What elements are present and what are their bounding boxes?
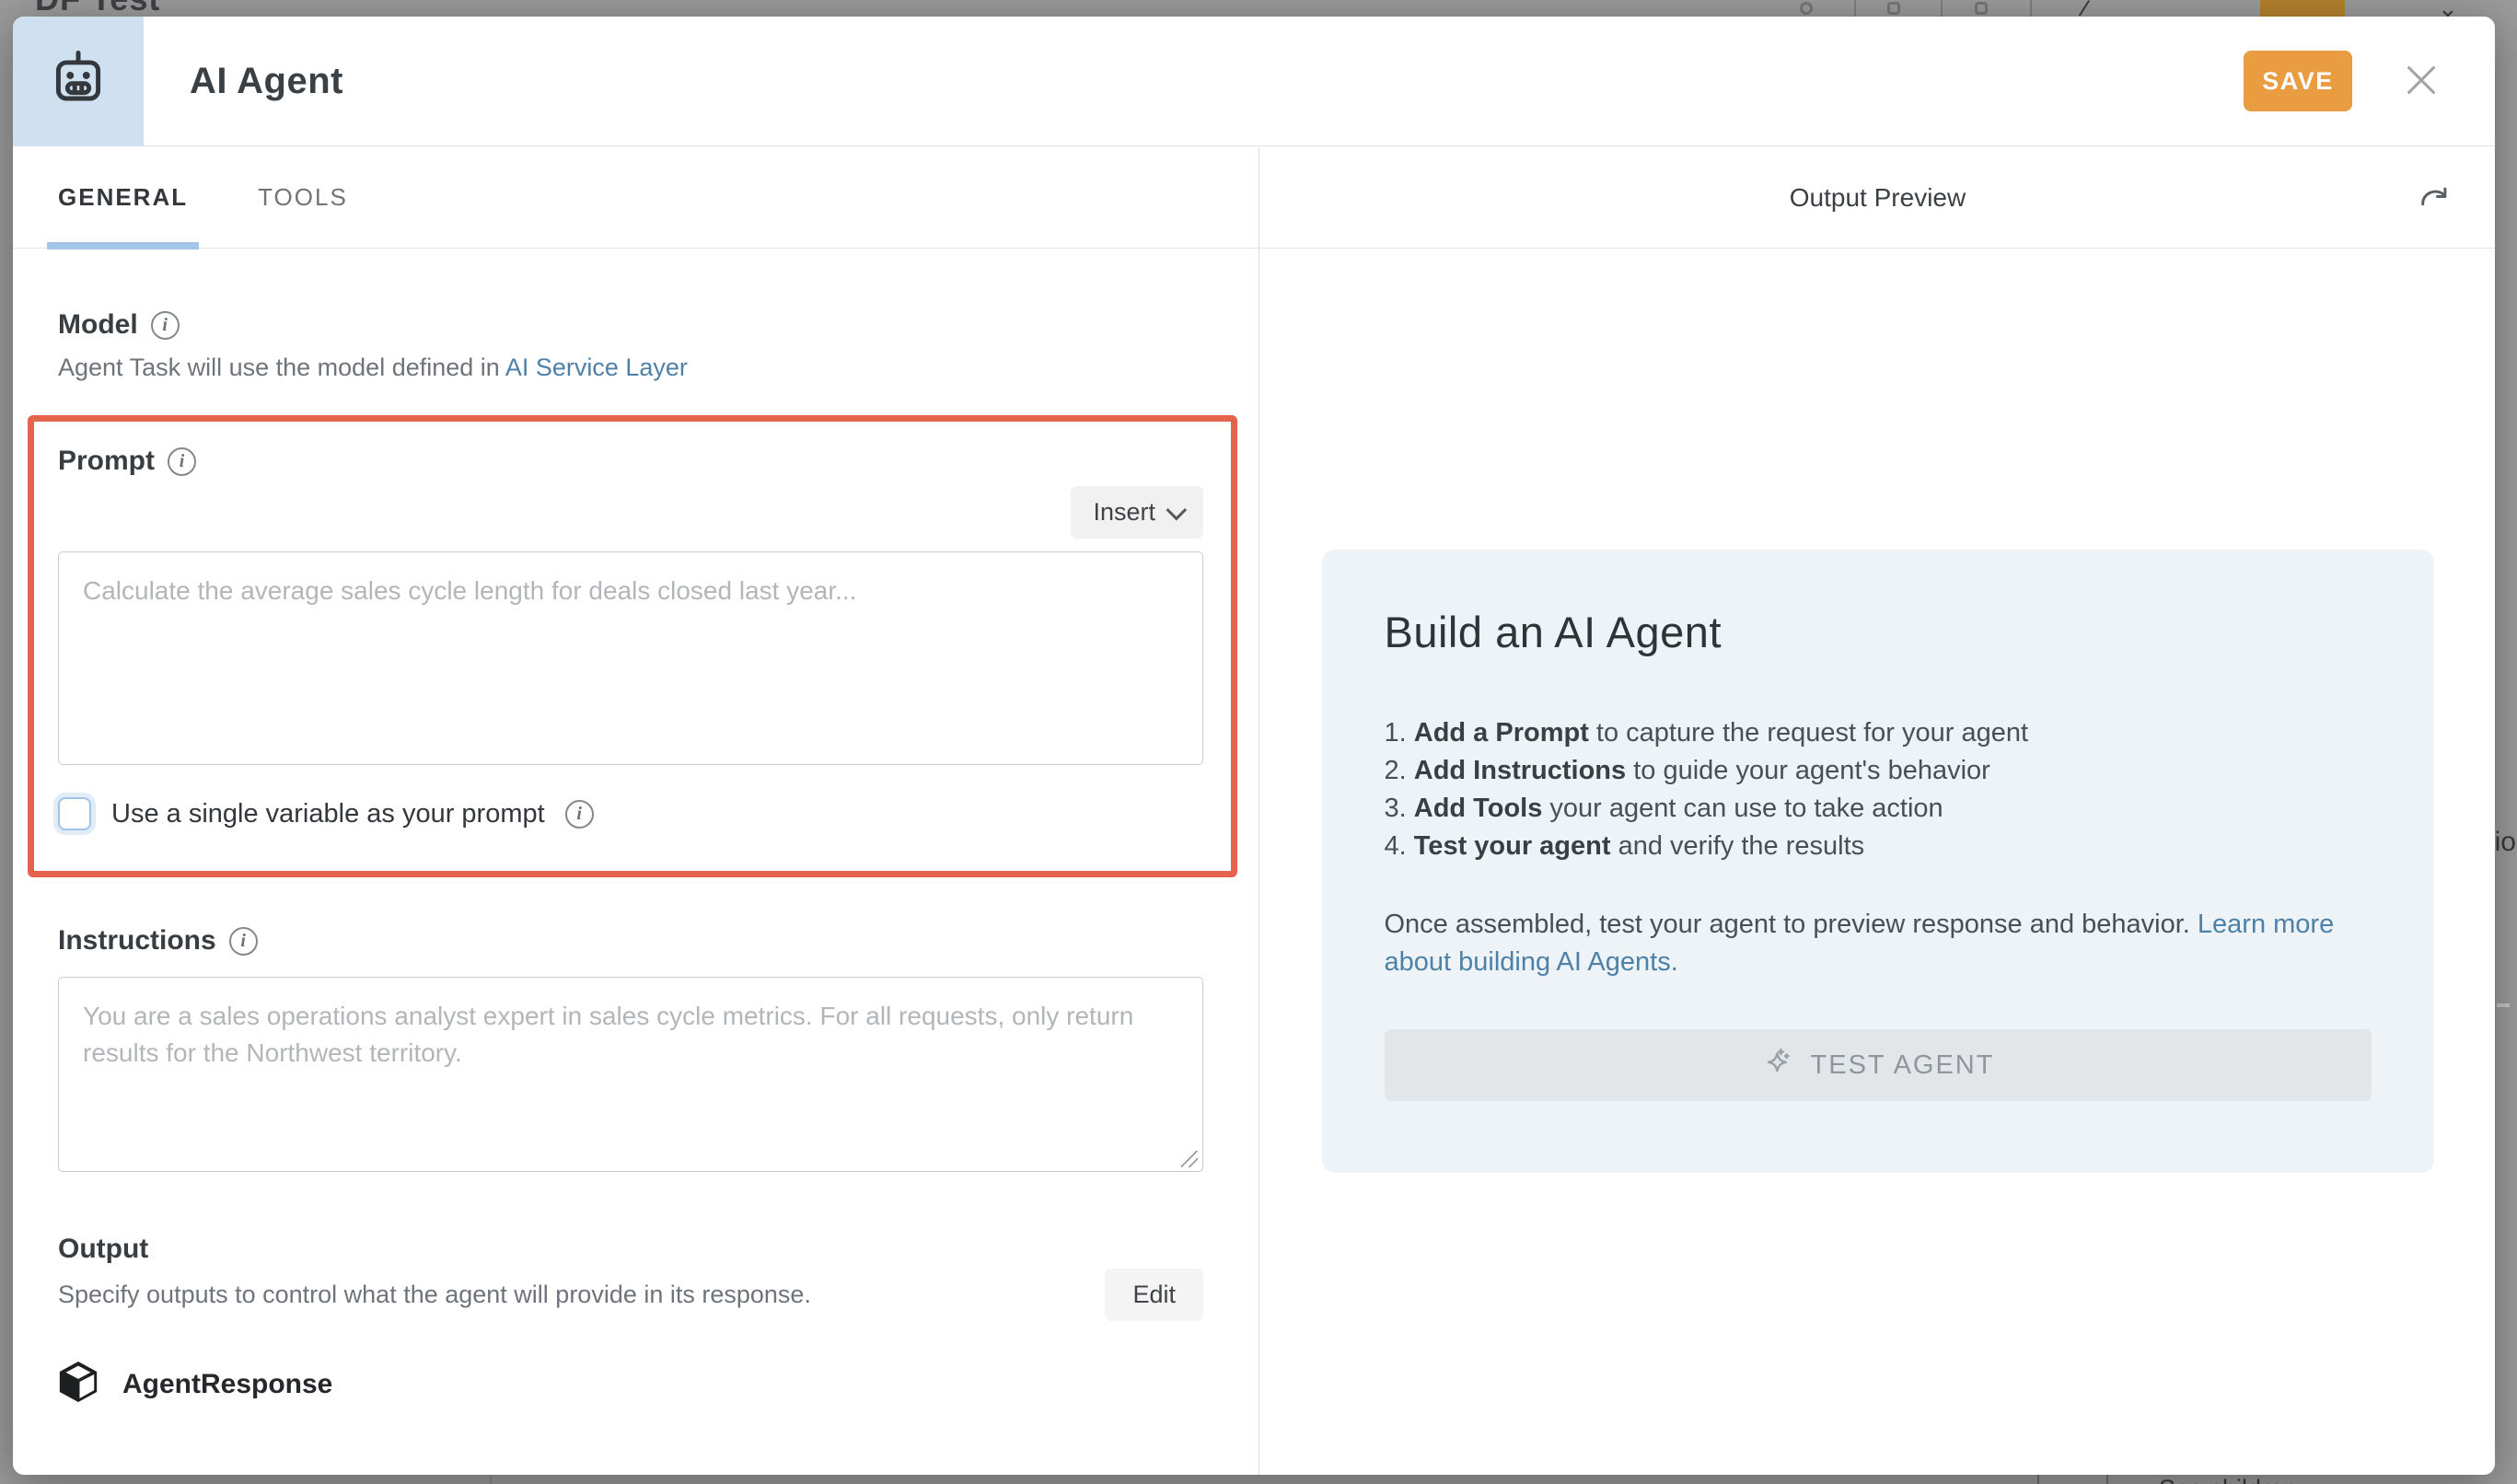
step-item: 1. Add a Prompt to capture the request f… bbox=[1385, 714, 2372, 752]
background-pencil-icon: ∕ bbox=[2082, 0, 2086, 17]
output-section-heading: Output bbox=[58, 1234, 1203, 1265]
prompt-label: Prompt bbox=[58, 446, 155, 477]
settings-panel: GENERAL TOOLS Model i Agent Task will us… bbox=[13, 147, 1259, 1475]
background-page-title: DF Test bbox=[35, 0, 160, 17]
sparkle-icon bbox=[1761, 1044, 1796, 1086]
tab-tools-label: TOOLS bbox=[258, 183, 348, 212]
ai-service-layer-link[interactable]: AI Service Layer bbox=[505, 354, 688, 381]
tab-general-label: GENERAL bbox=[58, 183, 188, 212]
prompt-info-icon[interactable]: i bbox=[168, 447, 196, 476]
robot-icon-box bbox=[13, 17, 144, 146]
tab-general[interactable]: GENERAL bbox=[47, 147, 199, 249]
test-agent-button[interactable]: TEST AGENT bbox=[1385, 1029, 2372, 1101]
ai-agent-dialog: AI Agent SAVE GENERAL TOOLS bbox=[13, 17, 2495, 1475]
output-preview-panel: Output Preview Build an AI Agent 1. Add … bbox=[1260, 147, 2495, 1475]
agent-response-name: AgentResponse bbox=[122, 1369, 332, 1400]
cube-icon bbox=[58, 1360, 99, 1409]
output-preview-header: Output Preview bbox=[1260, 147, 2495, 249]
build-agent-card: Build an AI Agent 1. Add a Prompt to cap… bbox=[1322, 550, 2434, 1173]
background-icon-fragment bbox=[1800, 2, 1813, 15]
background-separator bbox=[1854, 0, 1856, 17]
background-partial-text: io bbox=[2495, 827, 2516, 858]
step-item: 2. Add Instructions to guide your agent'… bbox=[1385, 752, 2372, 790]
agent-response-row: AgentResponse bbox=[58, 1360, 1203, 1409]
prompt-section-heading: Prompt i bbox=[58, 446, 1203, 477]
instructions-section-heading: Instructions i bbox=[58, 925, 1203, 956]
general-tab-content: Model i Agent Task will use the model de… bbox=[13, 249, 1258, 1409]
background-dash bbox=[2497, 1003, 2510, 1007]
edit-output-button[interactable]: Edit bbox=[1105, 1269, 1203, 1321]
test-agent-label: TEST AGENT bbox=[1811, 1050, 1995, 1081]
build-agent-steps: 1. Add a Prompt to capture the request f… bbox=[1385, 714, 2372, 865]
robot-icon bbox=[46, 47, 110, 116]
tab-bar: GENERAL TOOLS bbox=[13, 147, 1258, 249]
model-description-text: Agent Task will use the model defined in bbox=[58, 354, 505, 381]
step-rest: to capture the request for your agent bbox=[1589, 718, 2028, 748]
build-agent-title: Build an AI Agent bbox=[1385, 607, 2372, 657]
tab-tools[interactable]: TOOLS bbox=[247, 147, 359, 249]
background-chevron-down-icon: ⌄ bbox=[2438, 0, 2458, 17]
redo-button[interactable] bbox=[2410, 174, 2458, 222]
single-variable-label: Use a single variable as your prompt bbox=[111, 799, 545, 829]
single-variable-row: Use a single variable as your prompt i bbox=[58, 797, 1203, 830]
chevron-down-icon bbox=[1166, 499, 1188, 520]
step-bold: Add Instructions bbox=[1414, 756, 1626, 785]
dialog-title: AI Agent bbox=[190, 17, 343, 146]
step-number: 1. bbox=[1385, 718, 1414, 748]
step-bold: Add Tools bbox=[1414, 794, 1543, 823]
step-rest: and verify the results bbox=[1611, 831, 1865, 861]
insert-dropdown-button[interactable]: Insert bbox=[1071, 486, 1203, 539]
resize-handle[interactable] bbox=[1181, 1151, 1198, 1167]
screen: DF Test ∕ ⌄ See children io bbox=[0, 0, 2517, 1484]
step-number: 2. bbox=[1385, 756, 1414, 785]
output-description: Specify outputs to control what the agen… bbox=[58, 1281, 811, 1309]
instructions-wrap bbox=[58, 977, 1203, 1177]
prompt-input[interactable] bbox=[58, 551, 1203, 765]
background-bottom-strip: See children bbox=[0, 1475, 2517, 1484]
instructions-label: Instructions bbox=[58, 925, 216, 956]
prompt-highlight-box: Prompt i Insert Use a single variable as… bbox=[28, 415, 1237, 877]
background-top-bar: DF Test ∕ ⌄ bbox=[0, 0, 2517, 17]
dialog-header: AI Agent SAVE bbox=[13, 17, 2495, 146]
model-description: Agent Task will use the model defined in… bbox=[58, 354, 1203, 382]
single-variable-info-icon[interactable]: i bbox=[565, 800, 594, 829]
background-line bbox=[2106, 1475, 2108, 1484]
output-label: Output bbox=[58, 1234, 148, 1265]
step-bold: Add a Prompt bbox=[1414, 718, 1589, 748]
step-bold: Test your agent bbox=[1414, 831, 1611, 861]
background-right-strip: io bbox=[2495, 0, 2517, 1484]
step-rest: to guide your agent's behavior bbox=[1626, 756, 1990, 785]
instructions-info-icon[interactable]: i bbox=[229, 927, 258, 956]
model-info-icon[interactable]: i bbox=[151, 311, 180, 340]
step-item: 4. Test your agent and verify the result… bbox=[1385, 828, 2372, 865]
background-save-button-fragment bbox=[2260, 0, 2345, 17]
background-separator bbox=[1941, 0, 1943, 17]
background-icon-fragment bbox=[1975, 2, 1988, 15]
output-preview-title: Output Preview bbox=[1790, 183, 1966, 213]
step-item: 3. Add Tools your agent can use to take … bbox=[1385, 790, 2372, 828]
close-button[interactable] bbox=[2399, 59, 2443, 103]
background-see-children-label: See children bbox=[2159, 1475, 2297, 1484]
step-rest: your agent can use to take action bbox=[1542, 794, 1943, 823]
background-icon-fragment bbox=[1887, 2, 1900, 15]
note-text: Once assembled, test your agent to previ… bbox=[1385, 910, 2198, 939]
background-separator bbox=[2030, 0, 2032, 17]
active-tab-underline bbox=[47, 242, 199, 249]
redo-icon bbox=[2415, 177, 2453, 218]
background-line bbox=[2037, 1475, 2039, 1484]
close-icon bbox=[2400, 59, 2442, 104]
step-number: 3. bbox=[1385, 794, 1414, 823]
instructions-input[interactable] bbox=[58, 977, 1203, 1172]
insert-row: Insert bbox=[58, 486, 1203, 539]
background-line bbox=[490, 1475, 492, 1484]
model-label: Model bbox=[58, 309, 138, 341]
output-row: Specify outputs to control what the agen… bbox=[58, 1269, 1203, 1321]
step-number: 4. bbox=[1385, 831, 1414, 861]
insert-label: Insert bbox=[1093, 498, 1155, 527]
model-section-heading: Model i bbox=[58, 309, 1203, 341]
save-button[interactable]: SAVE bbox=[2244, 51, 2352, 111]
single-variable-checkbox[interactable] bbox=[58, 797, 91, 830]
build-agent-note: Once assembled, test your agent to previ… bbox=[1385, 906, 2372, 981]
